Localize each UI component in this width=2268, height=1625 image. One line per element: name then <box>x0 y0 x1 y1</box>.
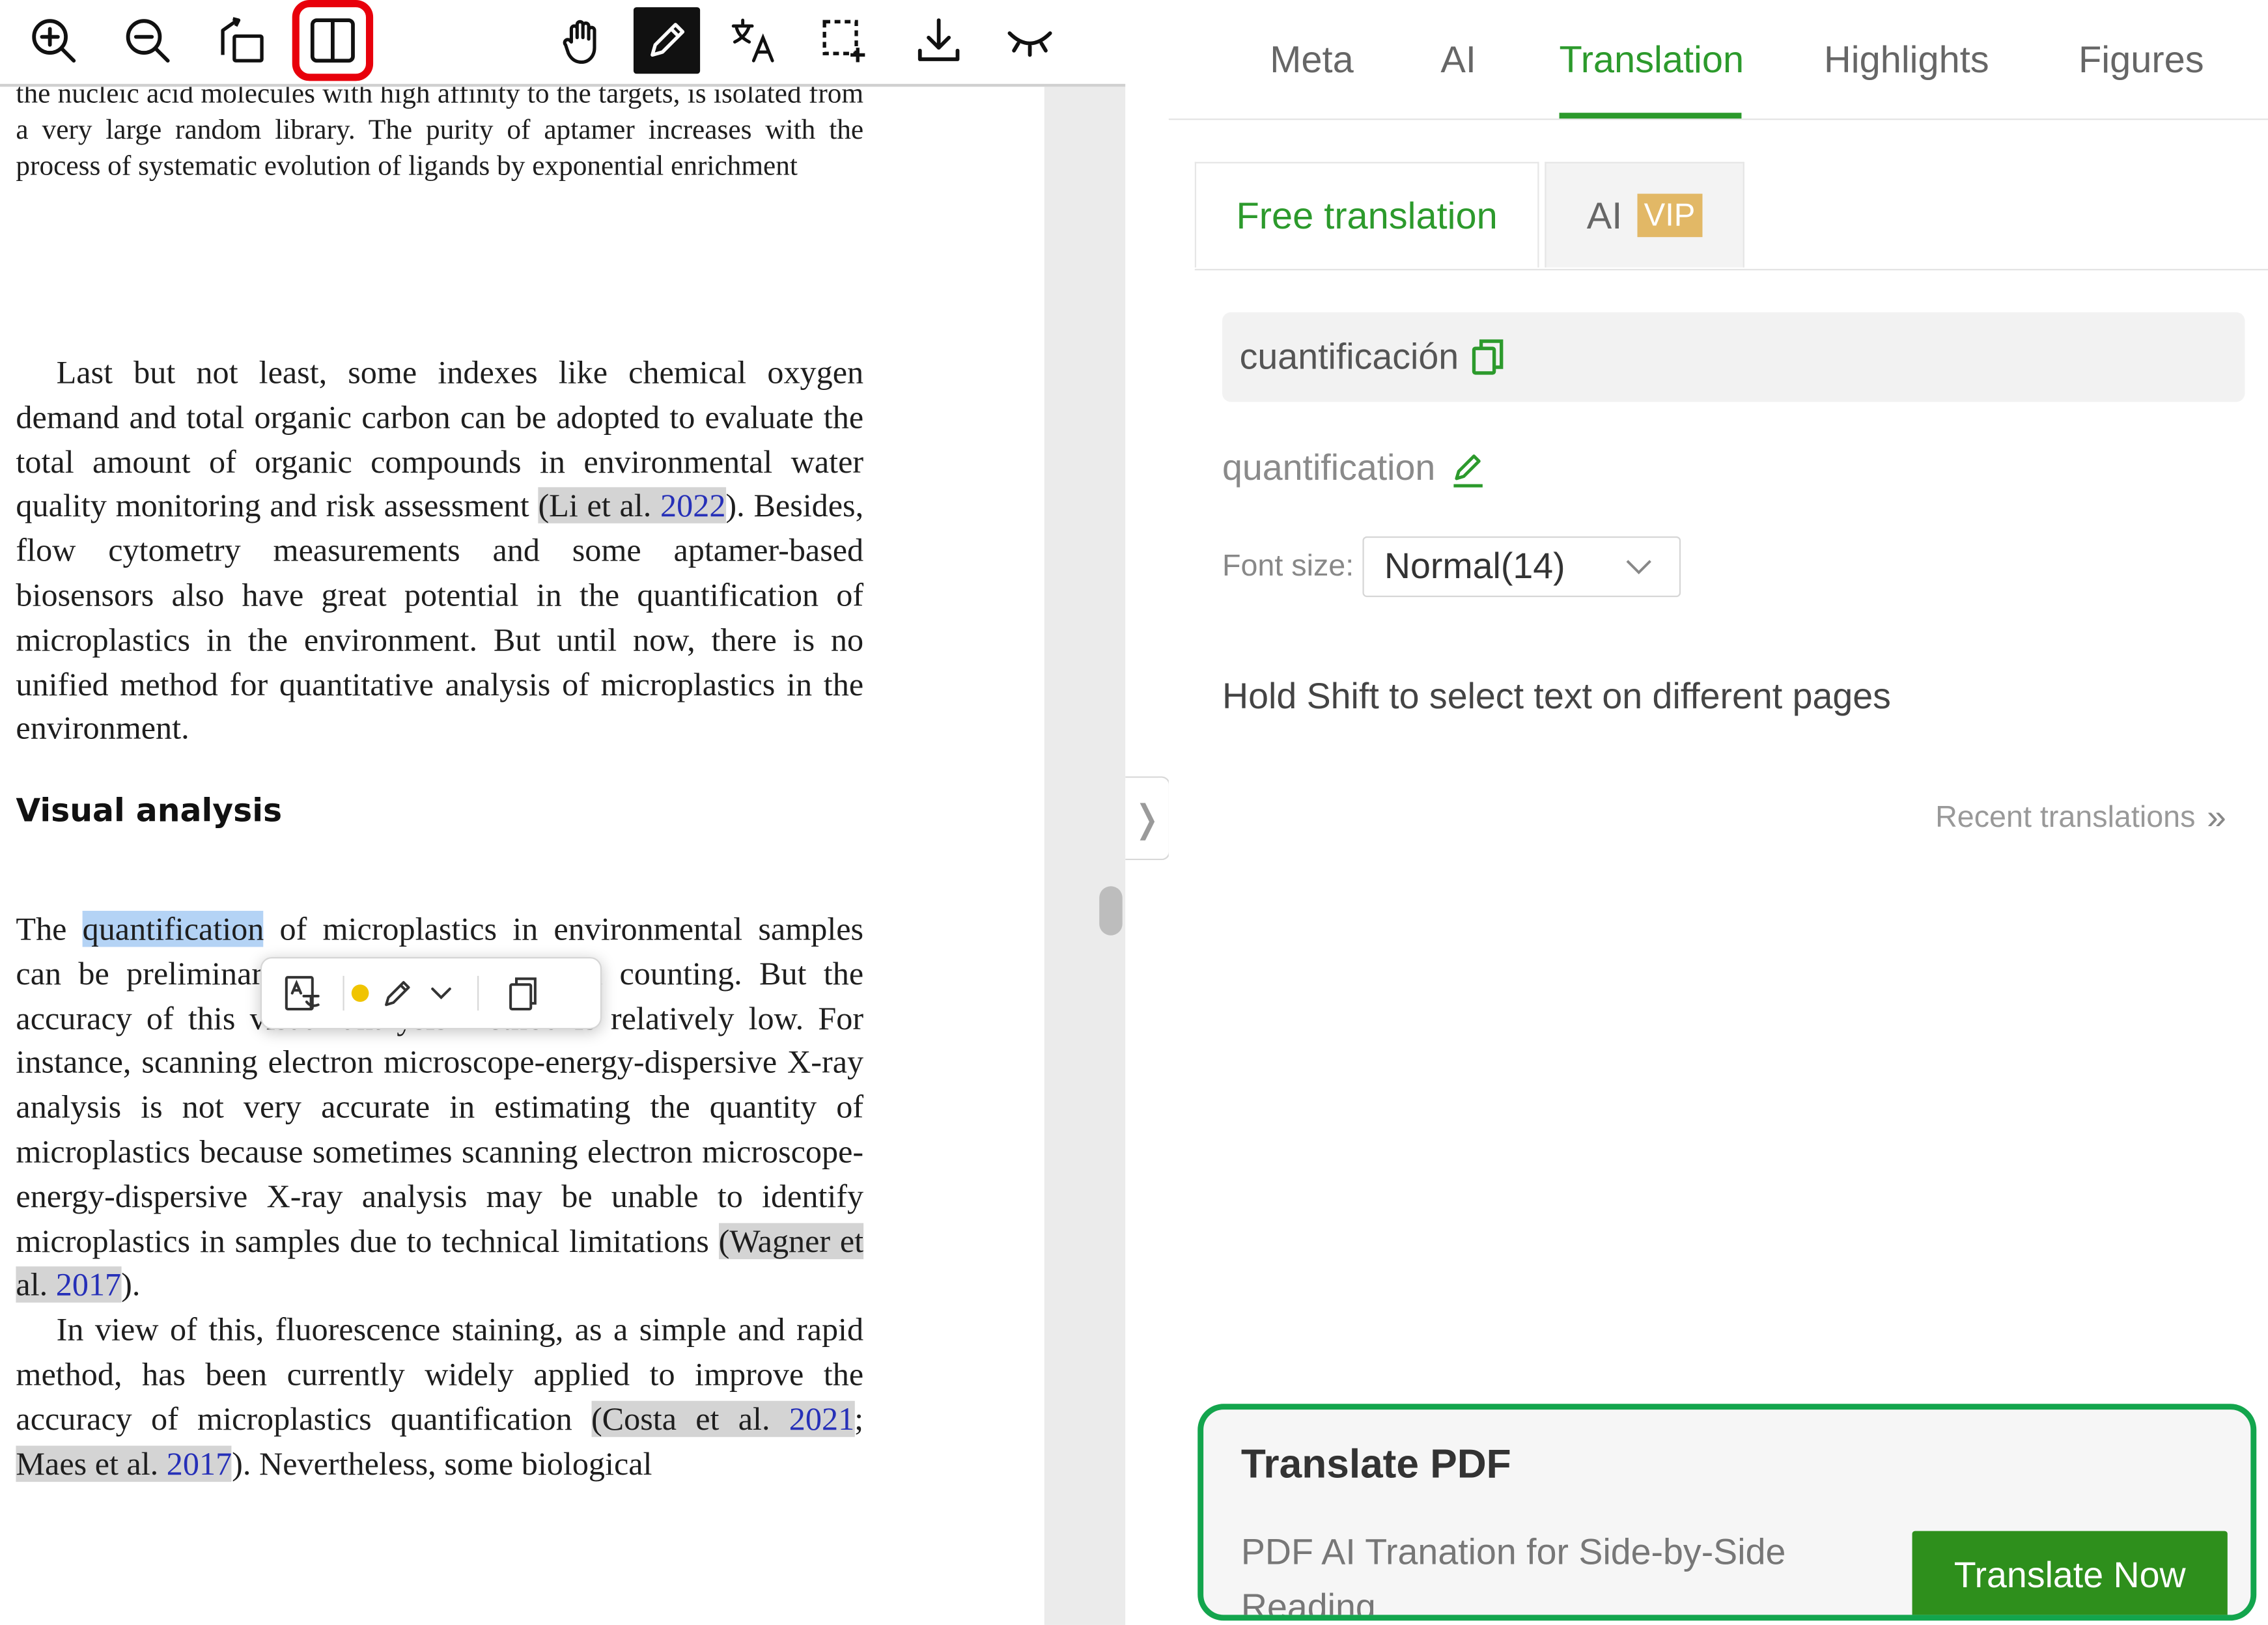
citation-separator: ; <box>854 1400 864 1437</box>
tab-figures[interactable]: Figures <box>2079 38 2204 83</box>
promo-title: Translate PDF <box>1240 1441 1511 1486</box>
vip-badge: VIP <box>1636 193 1703 238</box>
area-select-button[interactable] <box>810 7 876 74</box>
eye-closed-icon <box>1007 31 1052 57</box>
annotate-pen-button[interactable] <box>633 7 701 74</box>
split-view-icon <box>310 18 355 63</box>
promo-description: PDF AI Tranation for Side-by-Side Readin… <box>1240 1532 1786 1621</box>
pan-tool-button[interactable] <box>550 7 616 74</box>
chevron-down-icon <box>1626 560 1652 575</box>
translate-now-button[interactable]: Translate Now <box>1912 1531 2228 1615</box>
copy-icon[interactable] <box>1470 337 1508 377</box>
active-tab-indicator <box>1559 113 1742 119</box>
citation-year-link[interactable]: 2017 <box>167 1445 232 1482</box>
scrollbar-thumb[interactable] <box>1099 886 1123 936</box>
split-view-button[interactable] <box>292 0 374 81</box>
reader-toolbar <box>0 0 1126 87</box>
zoom-out-icon <box>126 19 170 63</box>
paragraph-1: Last but not least, some indexes like ch… <box>16 352 863 752</box>
translate-pdf-card: Translate PDF PDF AI Tranation for Side-… <box>1197 1404 2257 1621</box>
font-size-row: Font size: Normal(14) <box>1222 536 1681 598</box>
source-text: quantification <box>1222 448 1436 489</box>
highlight-color-button[interactable] <box>344 958 376 1028</box>
zoom-in-button[interactable] <box>20 7 87 74</box>
subtab-label: AI <box>1586 193 1623 237</box>
rotate-icon <box>221 17 264 62</box>
popup-more-button[interactable] <box>419 958 463 1028</box>
tab-translation[interactable]: Translation <box>1560 38 1744 83</box>
download-button[interactable] <box>906 7 972 74</box>
translate-icon <box>731 18 774 62</box>
popup-translate-button[interactable] <box>262 958 343 1028</box>
tab-ai[interactable]: AI <box>1440 38 1476 83</box>
citation-costa-2021[interactable]: (Costa et al. 2021 <box>591 1400 855 1437</box>
chevron-down-icon <box>431 987 451 1000</box>
zoom-out-button[interactable] <box>114 7 180 74</box>
collapse-panel-button[interactable]: ❭ <box>1125 776 1171 861</box>
paragraph-2-text-end: ). <box>121 1267 141 1303</box>
subtab-label: Free translation <box>1236 193 1498 237</box>
font-size-value: Normal(14) <box>1384 546 1565 587</box>
selected-text[interactable]: quantification <box>82 910 264 947</box>
tab-meta[interactable]: Meta <box>1270 38 1353 83</box>
pencil-icon <box>651 23 685 57</box>
copy-icon <box>509 977 537 1010</box>
side-panel: Meta AI Translation Highlights Figures F… <box>1168 0 2268 1625</box>
pdf-page: the nucleic acid molecules with high aff… <box>0 87 1044 1625</box>
subtab-ai[interactable]: AI VIP <box>1545 161 1744 268</box>
tab-highlights[interactable]: Highlights <box>1824 38 1989 83</box>
section-heading: Visual analysis <box>16 794 283 830</box>
paragraph-2-text: The <box>16 910 83 947</box>
paragraph-3-text-end: ). Nevertheless, some biological <box>232 1445 652 1482</box>
recent-translations-link[interactable]: Recent translations » <box>1935 798 2226 839</box>
citation-year-link[interactable]: 2022 <box>660 488 725 524</box>
paragraph-top: the nucleic acid molecules with high aff… <box>16 87 864 182</box>
area-select-icon <box>822 20 865 62</box>
translated-text: cuantificación <box>1239 336 1459 377</box>
translate-tool-button[interactable] <box>720 7 787 74</box>
zoom-in-icon <box>32 19 76 63</box>
selection-toolbar <box>260 957 602 1030</box>
translate-icon <box>285 976 320 1010</box>
chevron-right-icon: ❭ <box>1131 796 1163 840</box>
download-icon <box>917 18 960 61</box>
panel-tabs: Meta AI Translation Highlights Figures <box>1168 0 2268 120</box>
popup-copy-button[interactable] <box>479 958 565 1028</box>
citation-author: (Li et al. <box>538 488 661 524</box>
citation-year-link[interactable]: 2017 <box>56 1267 121 1303</box>
translation-mode-tabs: Free translation AI VIP <box>1194 161 2268 271</box>
popup-pen-button[interactable] <box>376 958 420 1028</box>
citation-maes-2017[interactable]: Maes et al. 2017 <box>16 1445 232 1482</box>
font-size-select[interactable]: Normal(14) <box>1362 536 1681 598</box>
hand-pan-icon <box>563 20 596 64</box>
paragraph-1-text-end: ). Besides, flow cytometry measurements … <box>16 488 864 747</box>
recent-translations-label: Recent translations <box>1935 801 2196 835</box>
shift-select-hint: Hold Shift to select text on different p… <box>1222 676 1891 717</box>
app-window: the nucleic acid molecules with high aff… <box>0 0 2268 1625</box>
hide-annotations-button[interactable] <box>996 7 1063 74</box>
subtab-free-translation[interactable]: Free translation <box>1194 161 1539 268</box>
edit-icon[interactable] <box>1449 449 1487 489</box>
double-chevron-right-icon: » <box>2207 798 2226 837</box>
citation-li-2022[interactable]: (Li et al. 2022 <box>538 488 726 524</box>
scroll-track[interactable] <box>1044 87 1126 1625</box>
rotate-button[interactable] <box>208 7 275 74</box>
citation-year-link[interactable]: 2021 <box>789 1400 854 1437</box>
pen-icon <box>385 980 410 1007</box>
source-text-row: quantification <box>1222 448 1487 490</box>
font-size-label: Font size: <box>1222 549 1354 583</box>
citation-author: (Costa et al. <box>591 1400 789 1437</box>
pdf-reader: the nucleic acid molecules with high aff… <box>0 0 1126 1625</box>
translation-output-box: cuantificación <box>1222 312 2245 402</box>
highlight-dot-icon <box>351 984 369 1002</box>
citation-author: Maes et al. <box>16 1445 167 1482</box>
